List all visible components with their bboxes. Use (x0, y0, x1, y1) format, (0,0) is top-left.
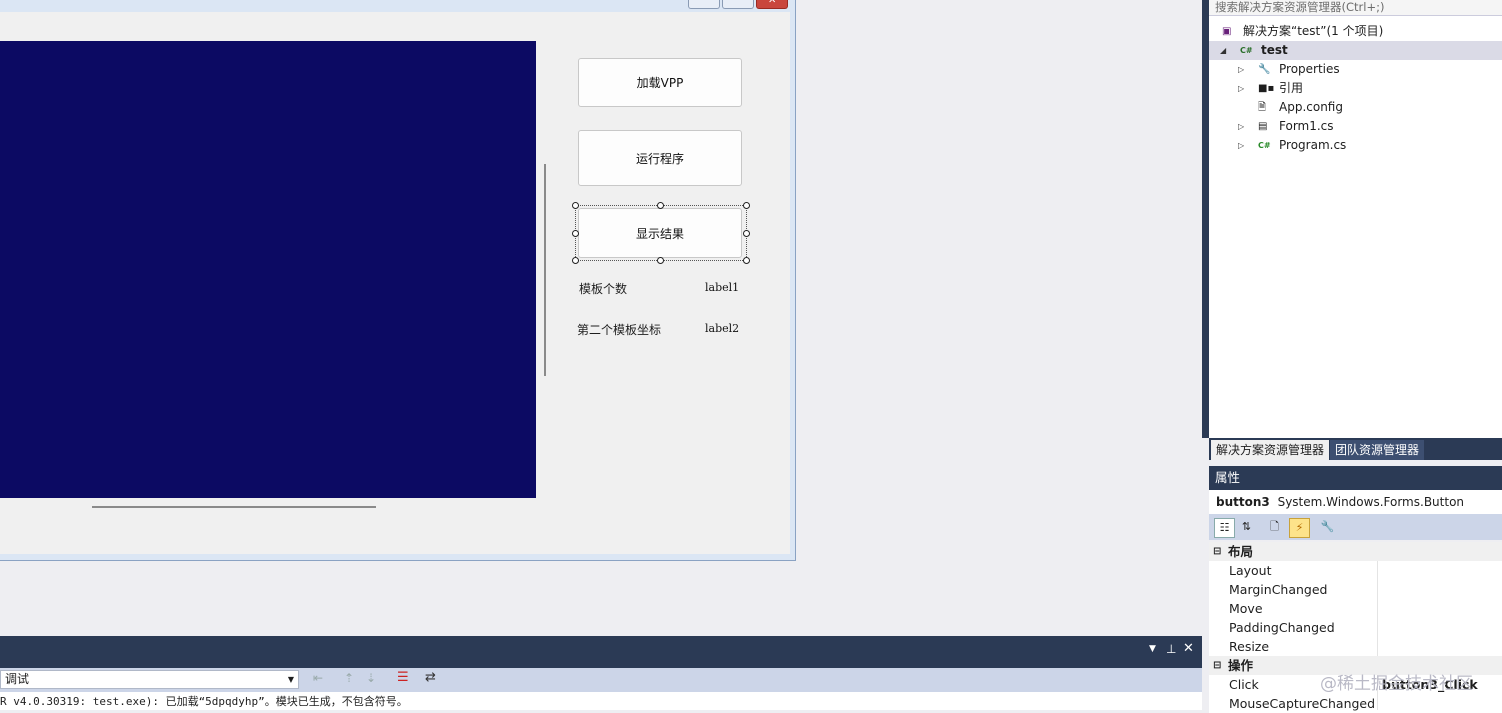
template-count-caption[interactable]: 模板个数 (579, 280, 627, 297)
resize-handle[interactable] (743, 257, 750, 264)
picture-box[interactable] (0, 41, 536, 498)
wrench-icon[interactable]: 🔧 (1318, 518, 1337, 536)
close-button[interactable]: ✕ (756, 0, 788, 9)
tree-item-program[interactable]: ▷ C# Program.cs (1209, 136, 1502, 155)
csharp-file-icon: C# (1258, 141, 1271, 150)
form-icon: ▤ (1258, 121, 1268, 132)
form-client-area: 加载VPP 运行程序 显示结果 模板个数 label1 第二个模板坐标 labe… (0, 12, 790, 554)
properties-header: 属性 (1209, 466, 1502, 490)
previous-message-icon[interactable]: ⇡ (344, 671, 354, 685)
property-name: Layout (1229, 563, 1272, 578)
output-source-value: 调试 (5, 672, 30, 686)
expand-arrow-icon[interactable]: ▷ (1238, 136, 1244, 155)
word-wrap-icon[interactable]: ⇄ (425, 670, 436, 685)
wrench-icon: 🔧 (1258, 64, 1271, 75)
property-name: MarginChanged (1229, 582, 1328, 597)
property-name: PaddingChanged (1229, 620, 1335, 635)
tree-item-label: test (1261, 43, 1288, 57)
run-program-button[interactable]: 运行程序 (578, 130, 742, 186)
resize-handle[interactable] (657, 202, 664, 209)
properties-object-selector[interactable]: button3 System.Windows.Forms.Button (1209, 490, 1502, 514)
output-log-text[interactable]: R v4.0.30319: test.exe): 已加载“5dpqdyhp”。模… (0, 692, 1202, 710)
output-panel-header: ▼ ⊥ ✕ (0, 636, 1202, 668)
object-name: button3 (1216, 495, 1270, 509)
categorized-icon[interactable]: ☷ (1214, 518, 1235, 538)
property-row[interactable]: PaddingChanged (1209, 618, 1502, 637)
minimize-button[interactable] (688, 0, 720, 9)
resize-handle[interactable] (572, 230, 579, 237)
property-name: MouseCaptureChanged (1229, 696, 1376, 711)
output-source-select[interactable]: 调试 ▼ (0, 670, 299, 689)
property-row[interactable]: Move (1209, 599, 1502, 618)
property-row[interactable]: MouseCaptureChanged (1209, 694, 1502, 713)
second-template-coord-caption[interactable]: 第二个模板坐标 (577, 321, 661, 338)
resize-handle[interactable] (657, 257, 664, 264)
solution-icon: ▣ (1222, 26, 1232, 37)
expand-arrow-icon[interactable]: ▷ (1238, 79, 1244, 98)
expand-arrow-icon[interactable]: ▷ (1238, 117, 1244, 136)
resize-handle[interactable] (743, 202, 750, 209)
tree-item-project[interactable]: ◢ C# test (1209, 41, 1502, 60)
property-row[interactable]: Layout (1209, 561, 1502, 580)
category-label: 操作 (1228, 658, 1254, 673)
close-icon: ✕ (768, 0, 777, 6)
tree-item-form1[interactable]: ▷ ▤ Form1.cs (1209, 117, 1502, 136)
tab-team-explorer[interactable]: 团队资源管理器 (1330, 440, 1425, 460)
property-name: Move (1229, 601, 1263, 616)
load-vpp-button[interactable]: 加载VPP (578, 58, 742, 107)
solution-search-input[interactable]: 搜索解决方案资源管理器(Ctrl+;) (1209, 0, 1502, 16)
expand-arrow-icon[interactable]: ▷ (1238, 60, 1244, 79)
resize-handle[interactable] (743, 230, 750, 237)
property-row[interactable]: Resize (1209, 637, 1502, 656)
property-grid-divider (1377, 561, 1378, 656)
next-message-icon[interactable]: ⇣ (366, 671, 376, 685)
tree-item-label: App.config (1279, 100, 1343, 114)
clear-all-icon[interactable]: ☰ (397, 670, 409, 685)
dropdown-arrow-icon[interactable]: ▼ (1149, 644, 1156, 654)
pin-icon[interactable]: ⊥ (1166, 642, 1176, 656)
maximize-button[interactable] (722, 0, 754, 9)
collapse-box-icon[interactable]: ⊟ (1213, 656, 1221, 675)
property-category-layout[interactable]: ⊟ 布局 (1209, 542, 1502, 561)
tab-solution-explorer[interactable]: 解决方案资源管理器 (1211, 440, 1330, 460)
close-icon[interactable]: ✕ (1183, 641, 1194, 656)
horizontal-scrollbar[interactable] (92, 506, 376, 508)
resize-handle[interactable] (572, 257, 579, 264)
label1[interactable]: label1 (705, 281, 739, 294)
tree-item-label: 引用 (1279, 81, 1304, 95)
chevron-down-icon: ▼ (287, 675, 294, 684)
tree-item-solution[interactable]: ▣ 解决方案“test”(1 个项目) (1209, 22, 1502, 41)
tree-item-label: Properties (1279, 62, 1340, 76)
watermark: @稀土掘金技术社区 (1320, 674, 1473, 694)
tree-item-label: Form1.cs (1279, 119, 1334, 133)
property-pages-icon[interactable]: 🗋 (1265, 518, 1284, 536)
category-label: 布局 (1228, 544, 1254, 559)
events-icon[interactable]: ⚡ (1289, 518, 1310, 538)
csharp-project-icon: C# (1240, 46, 1253, 55)
tree-item-properties[interactable]: ▷ 🔧 Properties (1209, 60, 1502, 79)
form1-designer-window[interactable]: ✕ 加载VPP 运行程序 显示结果 模板个数 label1 第二个模板坐标 la… (0, 0, 796, 561)
collapse-arrow-icon[interactable]: ◢ (1220, 41, 1226, 60)
object-type: System.Windows.Forms.Button (1277, 495, 1465, 509)
alphabetical-icon[interactable]: ⇅ (1237, 518, 1256, 536)
label2[interactable]: label2 (705, 322, 739, 335)
property-name: Resize (1229, 639, 1270, 654)
resize-handle[interactable] (572, 202, 579, 209)
config-icon: 🗎 (1258, 102, 1267, 113)
references-icon: ■▪ (1258, 83, 1275, 94)
collapse-box-icon[interactable]: ⊟ (1213, 542, 1221, 561)
tree-item-label: 解决方案“test”(1 个项目) (1243, 24, 1384, 38)
find-previous-icon[interactable]: ⇤ (313, 671, 323, 685)
vertical-scrollbar[interactable] (544, 164, 546, 376)
property-name: Click (1229, 677, 1259, 692)
tree-item-references[interactable]: ▷ ■▪ 引用 (1209, 79, 1502, 98)
property-row[interactable]: MarginChanged (1209, 580, 1502, 599)
selection-frame (575, 205, 747, 261)
tree-item-label: Program.cs (1279, 138, 1347, 152)
tree-item-app-config[interactable]: 🗎 App.config (1209, 98, 1502, 117)
